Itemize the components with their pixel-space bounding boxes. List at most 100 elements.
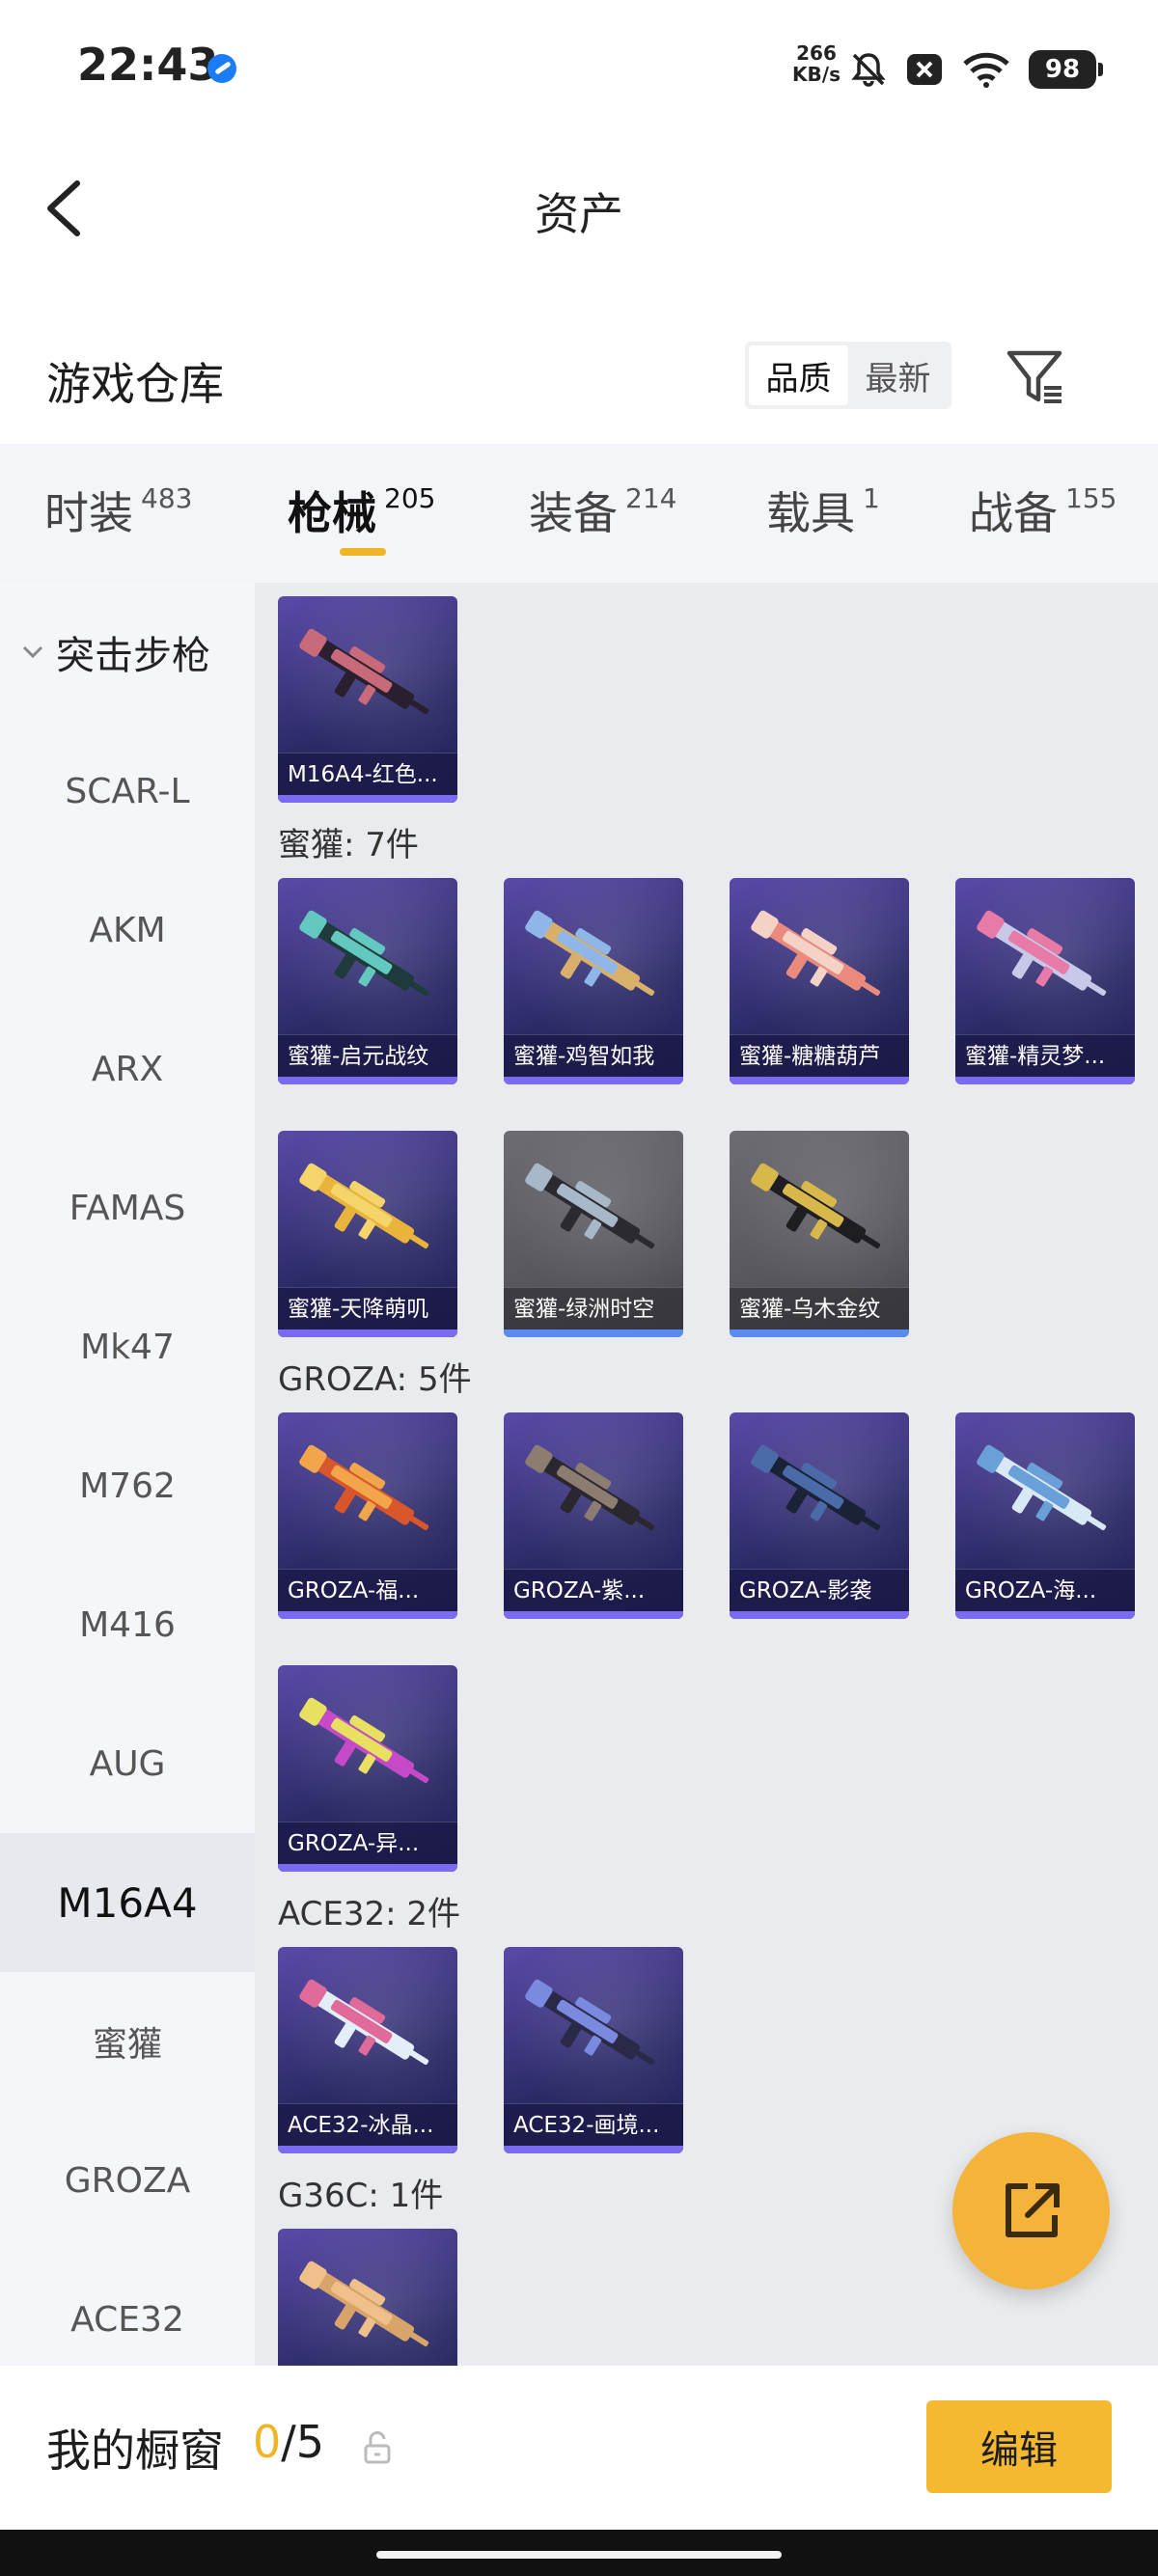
sort-newest-button[interactable]: 最新	[848, 345, 948, 405]
weapon-skin-icon	[525, 1979, 655, 2066]
weapon-card-name: 蜜獾-绿洲时空	[504, 1287, 683, 1329]
showcase-label: 我的橱窗	[46, 2425, 224, 2477]
sort-quality-button[interactable]: 品质	[749, 345, 848, 405]
rarity-bar	[730, 1329, 909, 1337]
network-speed: 266 KB/s	[789, 42, 843, 85]
weapon-card[interactable]: 蜜獾-启元战纹	[278, 878, 457, 1084]
weapon-card[interactable]: 蜜獾-精灵梦...	[955, 878, 1135, 1084]
rarity-bar	[955, 1611, 1135, 1619]
rarity-bar	[955, 1077, 1135, 1084]
filter-icon	[1006, 350, 1062, 403]
tab-label: 装备	[529, 487, 618, 539]
weapon-card[interactable]: GROZA-紫...	[504, 1412, 683, 1619]
sidebar-item[interactable]: AKM	[0, 861, 255, 1000]
sidebar-item[interactable]: GROZA	[0, 2111, 255, 2250]
tab-count: 205	[384, 482, 436, 514]
warehouse-title: 游戏仓库	[46, 358, 224, 410]
weapon-card[interactable]: 蜜獾-鸡智如我	[504, 878, 683, 1084]
rarity-bar	[504, 1329, 683, 1337]
weapon-skin-icon	[299, 1444, 429, 1531]
sidebar-item[interactable]: 蜜獾	[0, 1972, 255, 2111]
sidebar-item[interactable]: AUG	[0, 1694, 255, 1833]
rarity-bar	[504, 1077, 683, 1084]
category-tabs: 时装 483 枪械 205 装备 214 载具 1 战备 155	[0, 444, 1158, 583]
weapon-sidebar: 突击步枪 SCAR-L AKM ARX FAMAS Mk47 M762 M416 AUG M16…	[0, 583, 255, 2366]
sidebar-item[interactable]: FAMAS	[0, 1138, 255, 1277]
share-button[interactable]	[952, 2132, 1110, 2289]
sort-toggle: 品质 最新	[745, 342, 951, 409]
tab-vehicles[interactable]: 载具 1	[766, 479, 880, 542]
weapon-card-name: 蜜獾-乌木金纹	[730, 1287, 909, 1329]
weapon-card-name: GROZA-福...	[278, 1569, 457, 1611]
weapon-card[interactable]: GROZA-影袭	[730, 1412, 909, 1619]
weapon-card-name: ACE32-画境...	[504, 2103, 683, 2146]
weapon-skin-icon	[751, 910, 881, 997]
weapon-card-name: 蜜獾-精灵梦...	[955, 1034, 1135, 1077]
rarity-bar	[278, 795, 457, 803]
section-label: GROZA: 5件	[278, 1360, 472, 1399]
tab-equipment[interactable]: 装备 214	[529, 479, 676, 542]
tab-label: 载具	[766, 487, 855, 539]
tab-label: 战备	[969, 487, 1058, 539]
network-speed-unit: KB/s	[792, 63, 841, 86]
weapon-card[interactable]: 蜜獾-乌木金纹	[730, 1131, 909, 1337]
share-external-icon	[1006, 2183, 1060, 2237]
tab-firearms[interactable]: 枪械 205	[288, 479, 435, 542]
app-notification-icon	[207, 54, 236, 83]
weapon-card[interactable]: ACE32-画境...	[504, 1947, 683, 2153]
sidebar-item[interactable]: M16A4	[0, 1833, 255, 1972]
weapon-card[interactable]: GROZA-福...	[278, 1412, 457, 1619]
rarity-bar	[730, 1077, 909, 1084]
weapon-card[interactable]: GROZA-异...	[278, 1665, 457, 1872]
chevron-down-icon	[22, 645, 43, 659]
weapon-card-name: GROZA-紫...	[504, 1569, 683, 1611]
sidebar-item[interactable]: SCAR-L	[0, 722, 255, 861]
weapon-card[interactable]	[278, 2229, 457, 2366]
tab-count: 1	[863, 482, 880, 514]
unlock-icon	[364, 2431, 391, 2464]
rarity-bar	[278, 1864, 457, 1872]
tab-count: 214	[625, 482, 677, 514]
weapon-card[interactable]: M16A4-红色...	[278, 596, 457, 803]
rarity-bar	[278, 2146, 457, 2153]
weapon-card-name: GROZA-异...	[278, 1822, 457, 1864]
weapon-card-name: 蜜獾-天降萌叽	[278, 1287, 457, 1329]
battery-icon: 98	[1029, 50, 1103, 89]
rarity-bar	[504, 2146, 683, 2153]
section-label: ACE32: 2件	[278, 1895, 461, 1933]
home-indicator[interactable]	[376, 2551, 782, 2559]
weapon-card[interactable]: 蜜獾-糖糖葫芦	[730, 878, 909, 1084]
weapon-card-name: 蜜獾-启元战纹	[278, 1034, 457, 1077]
tab-fashion[interactable]: 时装 483	[44, 479, 192, 542]
rarity-bar	[278, 1077, 457, 1084]
rarity-bar	[278, 1611, 457, 1619]
status-icons: 98	[849, 46, 1103, 93]
weapon-skin-icon	[299, 1163, 429, 1249]
tab-supplies[interactable]: 战备 155	[969, 479, 1117, 542]
weapon-skin-icon	[299, 1697, 429, 1784]
sidebar-group-assault-rifles[interactable]: 突击步枪	[0, 583, 255, 722]
weapon-skin-icon	[525, 910, 655, 997]
filter-button[interactable]	[1002, 343, 1069, 411]
sidebar-item[interactable]: ACE32	[0, 2250, 255, 2366]
weapon-card[interactable]: GROZA-海...	[955, 1412, 1135, 1619]
weapon-card[interactable]: 蜜獾-天降萌叽	[278, 1131, 457, 1337]
rarity-bar	[504, 1611, 683, 1619]
section-label: 蜜獾: 7件	[278, 826, 419, 864]
edit-button[interactable]: 编辑	[926, 2400, 1112, 2493]
weapon-card-name: 蜜獾-鸡智如我	[504, 1034, 683, 1077]
close-notification-icon	[907, 54, 942, 85]
sidebar-item[interactable]: ARX	[0, 1000, 255, 1138]
sidebar-item[interactable]: Mk47	[0, 1277, 255, 1416]
weapon-skin-icon	[525, 1444, 655, 1531]
weapon-grid: M16A4-红色... 蜜獾: 7件 蜜獾-启元战纹 蜜獾-鸡智如我 蜜獾-糖糖葫芦 蜜獾…	[255, 583, 1158, 2366]
weapon-skin-icon	[751, 1163, 881, 1249]
sidebar-item[interactable]: M416	[0, 1555, 255, 1694]
weapon-skin-icon	[977, 1444, 1107, 1531]
weapon-card[interactable]: 蜜獾-绿洲时空	[504, 1131, 683, 1337]
sidebar-item[interactable]: M762	[0, 1416, 255, 1555]
showcase-current: 0	[253, 2416, 282, 2468]
weapon-card-name: 蜜獾-糖糖葫芦	[730, 1034, 909, 1077]
weapon-card-name: M16A4-红色...	[278, 753, 457, 795]
weapon-card[interactable]: ACE32-冰晶...	[278, 1947, 457, 2153]
